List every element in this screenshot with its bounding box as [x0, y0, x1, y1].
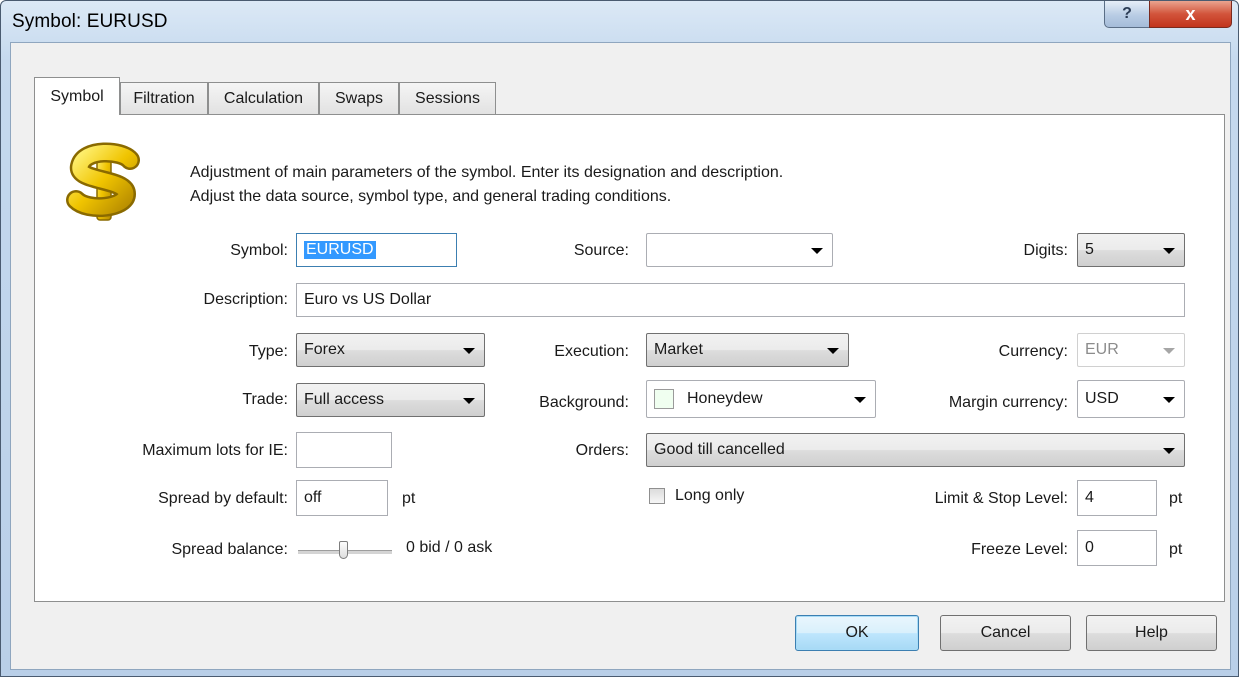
long-only-label[interactable]: Long only: [675, 487, 744, 505]
symbol-value: EURUSD: [304, 241, 376, 259]
currency-dropdown: EUR: [1077, 333, 1185, 367]
type-label: Type:: [248, 343, 288, 360]
spread-default-input[interactable]: off: [296, 480, 388, 516]
question-mark-icon: ?: [1122, 5, 1132, 22]
spread-default-value: off: [304, 489, 322, 506]
orders-value: Good till cancelled: [654, 441, 785, 458]
tab-symbol[interactable]: Symbol: [34, 77, 120, 115]
type-value: Forex: [304, 341, 345, 358]
limit-stop-level-input[interactable]: 4: [1077, 480, 1157, 516]
close-button[interactable]: x: [1149, 1, 1232, 28]
description-input[interactable]: Euro vs US Dollar: [296, 283, 1185, 317]
ok-label: OK: [845, 624, 869, 641]
description-label: Description:: [203, 291, 288, 308]
intro-line-2: Adjust the data source, symbol type, and…: [190, 188, 672, 205]
source-label: Source:: [573, 242, 629, 259]
digits-value: 5: [1085, 241, 1094, 258]
title-bar[interactable]: Symbol: EURUSD ? x: [1, 1, 1238, 41]
currency-value: EUR: [1085, 341, 1119, 358]
chevron-down-icon: [463, 398, 475, 404]
tab-swaps[interactable]: Swaps: [319, 82, 399, 114]
window-title: Symbol: EURUSD: [12, 11, 168, 32]
help-label: Help: [1135, 624, 1168, 641]
tab-filtration[interactable]: Filtration: [120, 82, 208, 114]
orders-dropdown[interactable]: Good till cancelled: [646, 433, 1185, 467]
currency-label: Currency:: [998, 343, 1068, 360]
source-dropdown[interactable]: [646, 233, 833, 267]
limit-stop-level-unit: pt: [1169, 490, 1183, 507]
chevron-down-icon: [463, 348, 475, 354]
max-lots-ie-label: Maximum lots for IE:: [142, 442, 288, 459]
freeze-level-label: Freeze Level:: [971, 541, 1068, 558]
spread-balance-label: Spread balance:: [171, 541, 288, 558]
orders-label: Orders:: [575, 442, 629, 459]
limit-stop-level-value: 4: [1085, 489, 1094, 506]
freeze-level-unit: pt: [1169, 541, 1183, 558]
background-value: Honeydew: [687, 390, 763, 407]
tab-calculation[interactable]: Calculation: [208, 82, 319, 114]
color-swatch: [654, 389, 674, 409]
execution-label: Execution:: [554, 343, 629, 360]
close-icon: x: [1185, 3, 1196, 24]
symbol-input[interactable]: EURUSD: [296, 233, 457, 267]
long-only-checkbox[interactable]: [649, 488, 665, 504]
digits-label: Digits:: [1023, 242, 1068, 259]
tab-label: Sessions: [415, 89, 480, 107]
execution-value: Market: [654, 341, 703, 358]
spread-balance-readout: 0 bid / 0 ask: [406, 539, 493, 556]
freeze-level-value: 0: [1085, 539, 1094, 556]
chevron-down-icon: [1163, 397, 1175, 403]
chevron-down-icon: [1163, 348, 1175, 354]
tab-sessions[interactable]: Sessions: [399, 82, 496, 114]
description-value: Euro vs US Dollar: [304, 291, 432, 308]
chevron-down-icon: [1163, 448, 1175, 454]
intro-line-1: Adjustment of main parameters of the sym…: [190, 164, 784, 181]
digits-dropdown[interactable]: 5: [1077, 233, 1185, 267]
help-button[interactable]: Help: [1086, 615, 1217, 651]
trade-dropdown[interactable]: Full access: [296, 383, 485, 417]
tab-label: Filtration: [133, 89, 195, 107]
margin-currency-label: Margin currency:: [948, 394, 1068, 411]
spread-default-unit: pt: [402, 490, 416, 507]
help-title-button[interactable]: ?: [1104, 1, 1150, 28]
background-color-dropdown[interactable]: Honeydew: [646, 380, 876, 418]
ok-button[interactable]: OK: [795, 615, 919, 651]
spread-default-label: Spread by default:: [158, 490, 288, 507]
max-lots-ie-input[interactable]: [296, 432, 392, 468]
limit-stop-level-label: Limit & Stop Level:: [934, 490, 1068, 507]
freeze-level-input[interactable]: 0: [1077, 530, 1157, 566]
tab-label: Symbol: [50, 87, 104, 105]
intro-text: Adjustment of main parameters of the sym…: [190, 161, 783, 209]
slider-thumb[interactable]: [339, 541, 348, 559]
tab-label: Calculation: [223, 89, 304, 107]
margin-currency-value: USD: [1085, 390, 1119, 407]
symbol-label: Symbol:: [230, 242, 288, 259]
chevron-down-icon: [827, 348, 839, 354]
chevron-down-icon: [1163, 248, 1175, 254]
trade-label: Trade:: [242, 391, 288, 408]
chevron-down-icon: [811, 248, 823, 254]
cancel-label: Cancel: [980, 624, 1031, 641]
execution-dropdown[interactable]: Market: [646, 333, 849, 367]
tab-label: Swaps: [334, 89, 384, 107]
background-label: Background:: [539, 394, 629, 411]
chevron-down-icon: [854, 397, 866, 403]
type-dropdown[interactable]: Forex: [296, 333, 485, 367]
dollar-sign-icon: [66, 142, 140, 221]
trade-value: Full access: [304, 391, 385, 408]
margin-currency-dropdown[interactable]: USD: [1077, 380, 1185, 418]
cancel-button[interactable]: Cancel: [940, 615, 1071, 651]
